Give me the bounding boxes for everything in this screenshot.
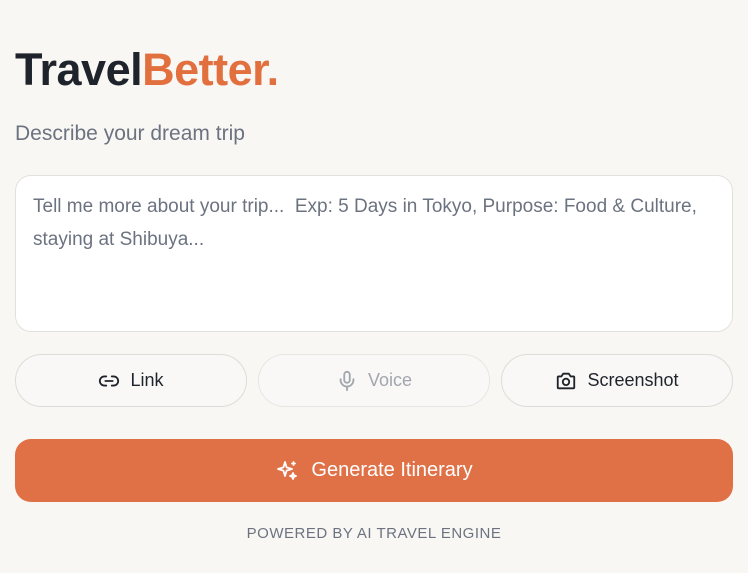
voice-button[interactable]: Voice: [258, 354, 490, 407]
camera-icon: [555, 370, 577, 392]
link-button-label: Link: [130, 370, 164, 390]
generate-itinerary-label: Generate Itinerary: [311, 459, 473, 481]
page: TravelBetter. Describe your dream trip L…: [0, 0, 748, 573]
brand-name-part2: Better: [142, 44, 267, 95]
generate-itinerary-button[interactable]: Generate Itinerary: [15, 439, 733, 502]
link-icon: [98, 370, 120, 392]
input-method-buttons: Link Voice Screenshot: [15, 354, 733, 407]
screenshot-button[interactable]: Screenshot: [501, 354, 733, 407]
page-subtitle: Describe your dream trip: [15, 122, 245, 145]
brand-logo: TravelBetter.: [15, 44, 279, 96]
microphone-icon: [336, 370, 358, 392]
brand-name-part1: Travel: [15, 44, 143, 95]
screenshot-button-label: Screenshot: [587, 370, 679, 390]
link-button[interactable]: Link: [15, 354, 247, 407]
sparkle-icon: [275, 459, 299, 483]
voice-button-label: Voice: [367, 370, 413, 390]
powered-by-footer: POWERED BY AI TRAVEL ENGINE: [246, 525, 502, 542]
trip-description-input[interactable]: [15, 175, 733, 332]
brand-dot: .: [266, 44, 280, 95]
